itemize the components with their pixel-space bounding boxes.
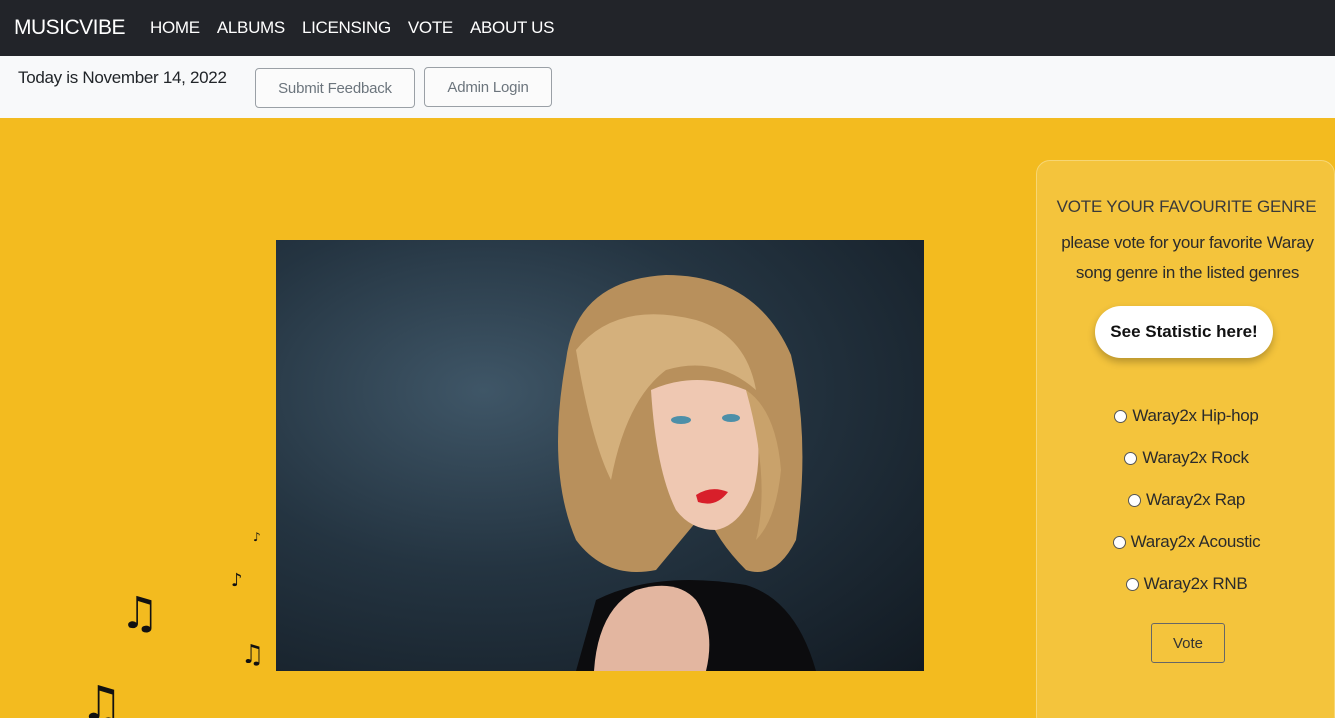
nav-albums[interactable]: ALBUMS: [217, 18, 285, 38]
see-statistic-button[interactable]: See Statistic here!: [1095, 306, 1273, 358]
music-note-icon: ♪: [253, 530, 261, 544]
genre-option[interactable]: Waray2x Hip-hop: [1037, 395, 1335, 437]
genre-option[interactable]: Waray2x Rock: [1037, 437, 1335, 479]
radio-button[interactable]: [1127, 493, 1141, 507]
genre-label: Waray2x Acoustic: [1130, 532, 1261, 551]
music-note-icon: ♫: [241, 640, 265, 670]
radio-button[interactable]: [1114, 409, 1128, 423]
music-note-icon: ♪: [231, 570, 243, 591]
genre-label: Waray2x Rap: [1145, 490, 1246, 509]
portrait-illustration: [558, 275, 816, 671]
nav-about-us[interactable]: ABOUT US: [470, 18, 555, 38]
radio-button[interactable]: [1125, 577, 1139, 591]
genre-options: Waray2x Hip-hop Waray2x Rock Waray2x Rap…: [1037, 395, 1335, 605]
music-note-icon: ♫: [120, 588, 160, 639]
top-navbar: MUSICVIBE HOME ALBUMS LICENSING VOTE ABO…: [0, 0, 1335, 56]
vote-panel: VOTE YOUR FAVOURITE GENRE please vote fo…: [1036, 160, 1335, 718]
nav-home[interactable]: HOME: [150, 18, 200, 38]
nav-licensing[interactable]: LICENSING: [302, 18, 391, 38]
submit-feedback-button[interactable]: Submit Feedback: [255, 68, 415, 108]
genre-option[interactable]: Waray2x Acoustic: [1037, 521, 1335, 563]
genre-option[interactable]: Waray2x RNB: [1037, 563, 1335, 605]
vote-submit-button[interactable]: Vote: [1151, 623, 1225, 663]
music-note-icon: ♫: [80, 676, 124, 718]
genre-label: Waray2x RNB: [1143, 574, 1248, 593]
radio-button[interactable]: [1124, 451, 1138, 465]
genre-label: Waray2x Rock: [1142, 448, 1249, 467]
genre-option[interactable]: Waray2x Rap: [1037, 479, 1335, 521]
genre-label: Waray2x Hip-hop: [1132, 406, 1259, 425]
vote-description: please vote for your favorite Waray song…: [1061, 233, 1314, 282]
radio-button[interactable]: [1112, 535, 1126, 549]
admin-login-button[interactable]: Admin Login: [424, 67, 552, 107]
hero-photo: [276, 240, 924, 671]
vote-title: VOTE YOUR FAVOURITE GENRE: [1056, 197, 1317, 216]
today-date-text: Today is November 14, 2022: [18, 68, 227, 87]
nav-vote[interactable]: VOTE: [408, 18, 453, 38]
brand-logo[interactable]: MUSICVIBE: [14, 16, 126, 40]
sub-toolbar: Today is November 14, 2022 Submit Feedba…: [0, 56, 1335, 118]
